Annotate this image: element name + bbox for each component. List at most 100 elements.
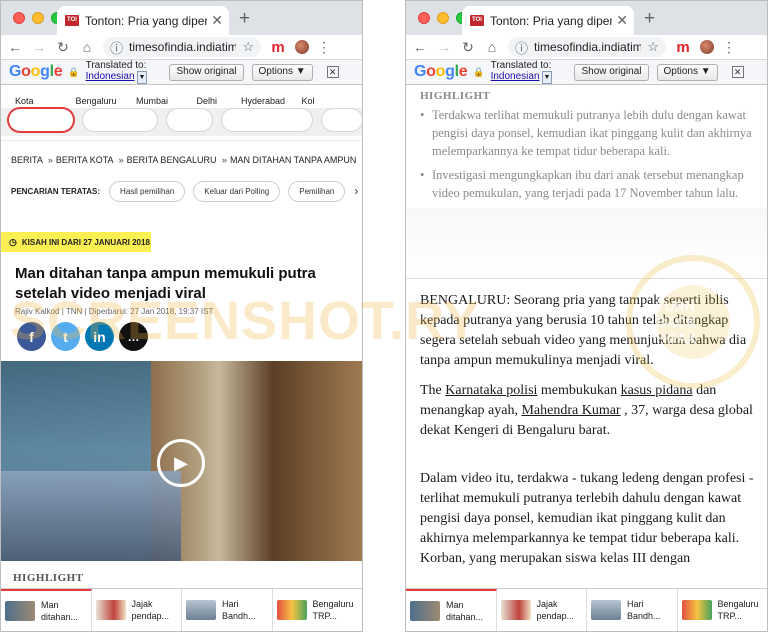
mahendra-kumar-link[interactable]: Mahendra Kumar (521, 403, 620, 418)
browser-toolbar: ← → ↻ ⌂ ⓘ timesofindia.indiatimes.com ☆ … (406, 35, 767, 59)
bottom-nav-item[interactable]: Man ditahan... (406, 589, 497, 631)
show-original-button[interactable]: Show original (169, 63, 244, 81)
story-thumbnail (591, 600, 621, 620)
bottom-nav-item[interactable]: Bengaluru TRP... (273, 589, 363, 631)
karnataka-police-link[interactable]: Karnataka polisi (445, 383, 537, 398)
browser-toolbar: ← → ↻ ⌂ ⓘ timesofindia.indiatimes.com ☆ … (1, 35, 362, 59)
language-select[interactable]: Indonesian (86, 71, 135, 82)
story-thumbnail (681, 600, 712, 620)
close-translate-icon[interactable]: ✕ (731, 66, 744, 78)
close-translate-icon[interactable]: ✕ (326, 66, 339, 78)
url-text: timesofindia.indiatimes.com (534, 40, 641, 54)
menu-dots-icon[interactable]: ⋮ (722, 39, 736, 56)
new-tab-button[interactable]: + (239, 8, 250, 30)
breadcrumb-item[interactable]: BERITA (11, 155, 42, 165)
city-pill[interactable] (166, 109, 213, 131)
google-logo: Google (9, 63, 63, 80)
city-pill[interactable] (322, 109, 362, 131)
article-paragraph: BENGALURU: Seorang pria yang tampak sepe… (420, 293, 747, 368)
twitter-icon[interactable]: t (51, 322, 80, 351)
bottom-story-nav: Man ditahan... Jajak pendap... Hari Bandh..… (406, 588, 767, 631)
browser-tab[interactable]: TOI Tonton: Pria yang dipenjara tanpa am… (57, 6, 229, 35)
search-chip[interactable]: Pemilihan (289, 182, 344, 201)
profile-avatar[interactable] (700, 40, 714, 54)
bottom-nav-item[interactable]: Jajak pendap... (497, 589, 587, 631)
close-window-button[interactable] (13, 12, 25, 24)
tab-close-icon[interactable]: ✕ (211, 12, 223, 29)
bottom-nav-item[interactable]: Man ditahan... (1, 589, 92, 631)
language-select[interactable]: Indonesian (491, 71, 540, 82)
extension-m-icon[interactable]: m (269, 39, 287, 56)
back-icon[interactable]: ← (412, 39, 428, 55)
browser-window-left: TOI Tonton: Pria yang dipenjara tanpa am… (0, 0, 363, 632)
comment-icon[interactable]: … (119, 322, 148, 351)
highlight-item: Terdakwa terlihat memukuli putranya lebi… (420, 106, 755, 160)
story-thumbnail (186, 600, 216, 620)
breadcrumb-item[interactable]: MAN DITAHAN TANPA AMPUN (230, 155, 356, 165)
tab-close-icon[interactable]: ✕ (616, 12, 628, 29)
bottom-nav-item[interactable]: Hari Bandh... (182, 589, 273, 631)
show-original-button[interactable]: Show original (574, 63, 649, 81)
window-controls (418, 12, 468, 24)
bottom-nav-item[interactable]: Jajak pendap... (92, 589, 182, 631)
dropdown-caret-icon[interactable]: ▼ (136, 71, 148, 84)
city-pill[interactable] (82, 109, 157, 131)
bottom-nav-item[interactable]: Bengaluru TRP... (678, 589, 768, 631)
extension-m-icon[interactable]: m (674, 39, 692, 56)
city-tab[interactable]: Bengaluru (76, 96, 137, 108)
close-window-button[interactable] (418, 12, 430, 24)
forward-icon[interactable]: → (436, 39, 452, 55)
back-icon[interactable]: ← (7, 39, 23, 55)
highlight-heading: HIGHLIGHT (13, 572, 84, 584)
profile-avatar[interactable] (295, 40, 309, 54)
page-content: HIGHLIGHT Terdakwa terlihat memukuli put… (406, 86, 767, 588)
lock-icon: 🔒 (68, 66, 80, 77)
options-button[interactable]: Options ▼ (656, 63, 718, 81)
city-tab[interactable]: Mumbai (136, 96, 197, 108)
forward-icon[interactable]: → (31, 39, 47, 55)
reload-icon[interactable]: ↻ (55, 39, 71, 56)
address-bar[interactable]: ⓘ timesofindia.indiatimes.com ☆ (103, 37, 261, 57)
facebook-icon[interactable]: f (17, 322, 46, 351)
story-thumbnail (95, 600, 126, 620)
city-tab[interactable]: Kol (301, 96, 362, 108)
search-chip[interactable]: Keluar dari Polling (194, 182, 279, 201)
city-tab[interactable]: Hyderabad (241, 96, 302, 108)
city-tab[interactable]: Kota (15, 96, 76, 108)
info-icon[interactable]: ⓘ (515, 38, 528, 57)
story-thumbnail (276, 600, 307, 620)
address-bar[interactable]: ⓘ timesofindia.indiatimes.com ☆ (508, 37, 666, 57)
bottom-story-nav: Man ditahan... Jajak pendap... Hari Bandh..… (1, 588, 362, 631)
info-icon[interactable]: ⓘ (110, 38, 123, 57)
minimize-window-button[interactable] (32, 12, 44, 24)
city-pills (1, 108, 362, 136)
browser-tab[interactable]: TOI Tonton: Pria yang dipenjara tanpa am… (462, 6, 634, 35)
home-icon[interactable]: ⌂ (484, 39, 500, 55)
breadcrumb-item[interactable]: BERITA BENGALURU (127, 155, 217, 165)
minimize-window-button[interactable] (437, 12, 449, 24)
city-nav: Kota Bengaluru Mumbai Delhi Hyderabad Ko… (1, 86, 362, 108)
article-headline: Man ditahan tanpa ampun memukuli putra s… (15, 265, 316, 302)
play-icon[interactable]: ▶ (157, 439, 205, 487)
home-icon[interactable]: ⌂ (79, 39, 95, 55)
city-pill-active[interactable] (9, 109, 73, 131)
bookmark-star-icon[interactable]: ☆ (242, 39, 254, 55)
city-tab[interactable]: Delhi (197, 96, 241, 108)
city-pill[interactable] (222, 109, 313, 131)
new-tab-button[interactable]: + (644, 8, 655, 30)
top-searches-label: PENCARIAN TERATAS: (11, 186, 101, 196)
reload-icon[interactable]: ↻ (460, 39, 476, 56)
bookmark-star-icon[interactable]: ☆ (647, 39, 659, 55)
translate-bar: Google 🔒 Translated to: Indonesian ▼ Show… (406, 59, 767, 85)
chevron-right-icon[interactable]: › (354, 184, 358, 198)
options-button[interactable]: Options ▼ (251, 63, 313, 81)
search-chip[interactable]: Hasil pemilihan (110, 182, 184, 201)
title-bar: TOI Tonton: Pria yang dipenjara tanpa am… (1, 1, 362, 35)
breadcrumb-item[interactable]: BERITA KOTA (56, 155, 113, 165)
linkedin-icon[interactable]: in (85, 322, 114, 351)
dropdown-caret-icon[interactable]: ▼ (541, 71, 553, 84)
criminal-case-link[interactable]: kasus pidana (621, 383, 693, 398)
bottom-nav-item[interactable]: Hari Bandh... (587, 589, 678, 631)
video-player[interactable]: ▶ (1, 361, 362, 561)
menu-dots-icon[interactable]: ⋮ (317, 39, 331, 56)
